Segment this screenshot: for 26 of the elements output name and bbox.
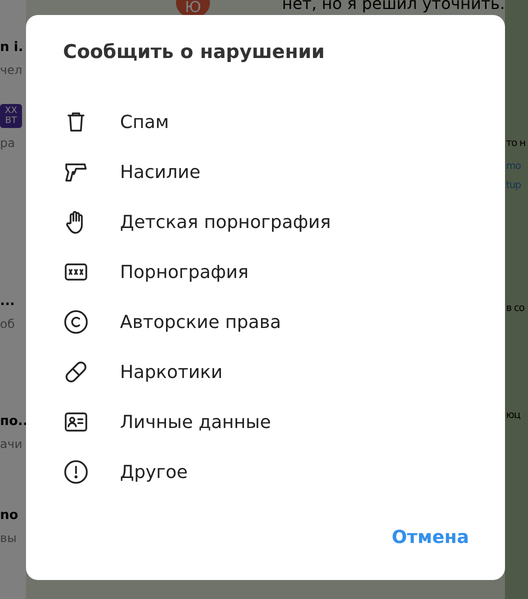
- report-option[interactable]: Личные данные: [63, 397, 481, 447]
- report-option[interactable]: Авторские права: [63, 297, 481, 347]
- message-fragment: то н: [505, 137, 526, 151]
- message-fragment: tup: [505, 179, 522, 193]
- chat-name: n i.: [0, 40, 24, 55]
- report-option[interactable]: Порнография: [63, 247, 481, 297]
- chat-name: ...: [0, 294, 16, 309]
- chat-name: no: [0, 508, 20, 523]
- message-fragment: юц: [505, 409, 522, 423]
- report-option[interactable]: Насилие: [63, 147, 481, 197]
- chat-preview: об: [0, 317, 16, 331]
- chat-preview: чел: [0, 63, 24, 77]
- chat-preview: вы: [0, 531, 18, 545]
- message-fragment: mo: [505, 160, 522, 174]
- chat-preview: ра: [0, 136, 16, 150]
- message-fragment: в со: [505, 302, 526, 316]
- message-text: нет, но я решил уточнить.: [282, 0, 505, 13]
- chat-badge: XX ВТ: [0, 104, 22, 128]
- chat-preview: ачи: [0, 437, 24, 451]
- report-option[interactable]: Спам: [63, 97, 481, 147]
- report-option[interactable]: Наркотики: [63, 347, 481, 397]
- report-option[interactable]: Детская порнография: [63, 197, 481, 247]
- copyright-icon: [63, 309, 89, 335]
- dialog-title: Сообщить о нарушении: [63, 40, 326, 65]
- chat-name: по..: [0, 414, 26, 429]
- report-option[interactable]: Другое: [63, 447, 481, 497]
